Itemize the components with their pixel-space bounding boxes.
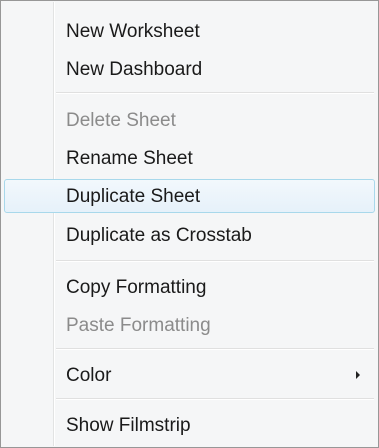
menu-item-label: New Dashboard: [66, 59, 203, 80]
menu-item-color[interactable]: Color: [4, 358, 375, 392]
menu-item-label: Duplicate as Crosstab: [66, 225, 252, 246]
chevron-right-icon: [356, 371, 360, 379]
menu-item-label: Duplicate Sheet: [66, 186, 201, 207]
menu-item-paste-formatting: Paste Formatting: [4, 308, 375, 342]
menu-item-label: Paste Formatting: [66, 315, 211, 336]
context-menu: New Worksheet New Dashboard Delete Sheet…: [0, 0, 379, 448]
menu-item-new-dashboard[interactable]: New Dashboard: [4, 52, 375, 86]
menu-separator: [56, 348, 374, 350]
menu-separator: [56, 260, 374, 262]
menu-item-rename-sheet[interactable]: Rename Sheet: [4, 141, 375, 175]
menu-item-duplicate-sheet[interactable]: Duplicate Sheet: [4, 179, 375, 213]
menu-item-duplicate-as-crosstab[interactable]: Duplicate as Crosstab: [4, 218, 375, 252]
menu-item-label: Copy Formatting: [66, 277, 207, 298]
menu-item-label: Delete Sheet: [66, 110, 176, 131]
menu-item-show-filmstrip[interactable]: Show Filmstrip: [4, 408, 375, 442]
menu-separator: [56, 92, 374, 94]
menu-separator: [56, 398, 374, 400]
menu-item-delete-sheet: Delete Sheet: [4, 103, 375, 137]
menu-item-label: Show Filmstrip: [66, 415, 191, 436]
menu-item-copy-formatting[interactable]: Copy Formatting: [4, 270, 375, 304]
menu-item-label: Rename Sheet: [66, 148, 193, 169]
menu-item-label: Color: [66, 365, 112, 386]
menu-item-label: New Worksheet: [66, 21, 200, 42]
menu-item-new-worksheet[interactable]: New Worksheet: [4, 14, 375, 48]
